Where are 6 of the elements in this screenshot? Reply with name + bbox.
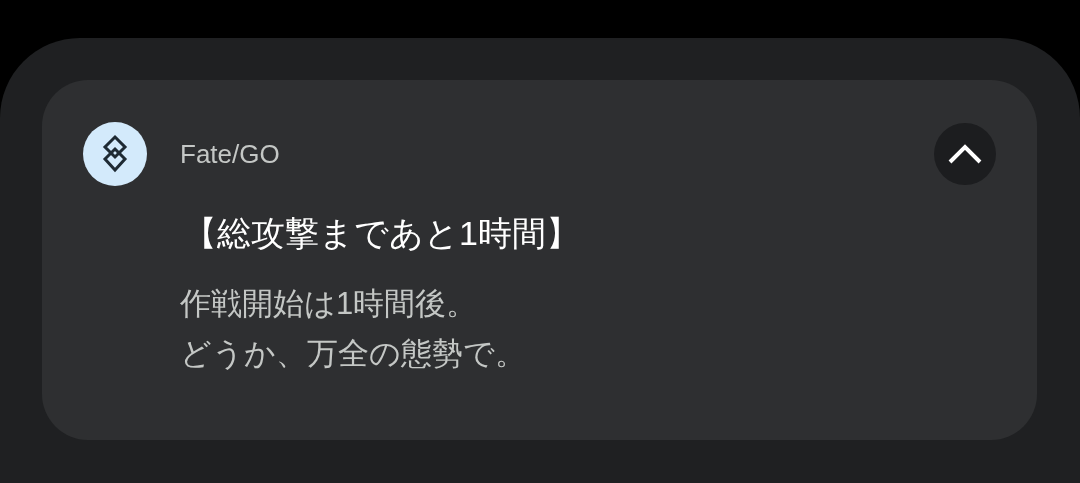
message-line: 作戦開始は1時間後。 [180,285,478,323]
notification-card[interactable]: Fate/GO 【総攻撃まであと1時間】 作戦開始は1時間後。 どうか、万全の態勢で。 [42,80,1037,440]
message-line: どうか、万全の態勢で。 [180,335,526,373]
notification-title: 【総攻撃まであと1時間】 [183,213,581,254]
app-name: Fate/GO [180,138,281,170]
chevron-icon [947,143,983,165]
